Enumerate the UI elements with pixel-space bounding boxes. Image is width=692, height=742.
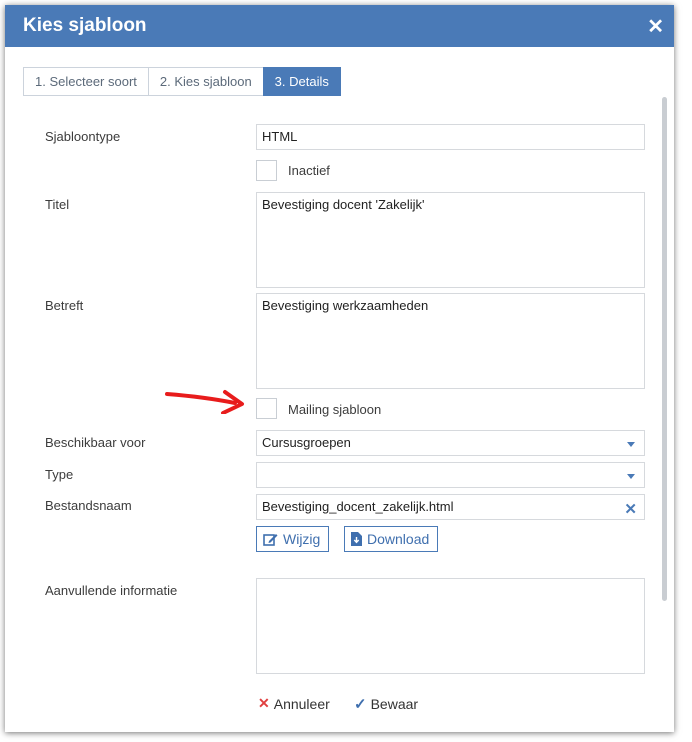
beschikbaar-voor-select[interactable]: Cursusgroepen bbox=[256, 430, 645, 456]
beschikbaar-voor-label: Beschikbaar voor bbox=[45, 435, 146, 450]
file-download-icon bbox=[351, 532, 362, 546]
kies-sjabloon-dialog: Kies sjabloon ✕ 1. Selecteer soort 2. Ki… bbox=[5, 5, 674, 732]
annuleer-button[interactable]: ✕ Annuleer bbox=[258, 695, 330, 712]
betreft-label: Betreft bbox=[45, 298, 84, 313]
sjabloontype-label: Sjabloontype bbox=[45, 129, 121, 144]
tab-selecteer-soort[interactable]: 1. Selecteer soort bbox=[23, 67, 148, 96]
aanvullende-informatie-label: Aanvullende informatie bbox=[45, 583, 178, 598]
bestandsnaam-value: Bevestiging_docent_zakelijk.html bbox=[262, 499, 454, 514]
wijzig-button[interactable]: Wijzig bbox=[256, 526, 330, 552]
chevron-down-icon bbox=[627, 474, 635, 479]
wijzig-label: Wijzig bbox=[283, 531, 321, 547]
inactief-label: Inactief bbox=[288, 163, 330, 178]
inactief-checkbox[interactable] bbox=[256, 160, 277, 181]
tab-kies-sjabloon[interactable]: 2. Kies sjabloon bbox=[147, 67, 263, 96]
mailing-sjabloon-label: Mailing sjabloon bbox=[288, 402, 382, 417]
red-arrow-icon bbox=[165, 390, 244, 414]
chevron-down-icon bbox=[627, 442, 635, 447]
close-icon[interactable]: ✕ bbox=[647, 14, 664, 39]
sjabloontype-field[interactable]: HTML bbox=[256, 124, 645, 150]
clear-icon[interactable]: ✕ bbox=[624, 498, 637, 522]
bestandsnaam-field[interactable]: Bevestiging_docent_zakelijk.html ✕ bbox=[256, 494, 645, 520]
bewaar-label: Bewaar bbox=[370, 696, 419, 712]
check-icon: ✓ bbox=[354, 696, 367, 713]
tab-details[interactable]: 3. Details bbox=[262, 67, 341, 96]
dialog-titlebar: Kies sjabloon ✕ bbox=[5, 5, 674, 47]
type-select[interactable] bbox=[256, 462, 645, 488]
edit-icon bbox=[263, 534, 278, 546]
cross-icon: ✕ bbox=[258, 695, 270, 711]
betreft-textarea[interactable]: Bevestiging werkzaamheden bbox=[256, 293, 645, 389]
annuleer-label: Annuleer bbox=[273, 695, 330, 712]
download-button[interactable]: Download bbox=[344, 526, 439, 552]
bewaar-button[interactable]: ✓ Bewaar bbox=[354, 695, 418, 713]
type-label: Type bbox=[45, 467, 74, 482]
beschikbaar-voor-value: Cursusgroepen bbox=[262, 435, 351, 450]
download-label: Download bbox=[367, 531, 430, 547]
titel-textarea[interactable]: Bevestiging docent 'Zakelijk' bbox=[256, 192, 645, 288]
wizard-tabs: 1. Selecteer soort 2. Kies sjabloon 3. D… bbox=[23, 67, 341, 96]
scrollbar[interactable] bbox=[662, 97, 667, 601]
dialog-title: Kies sjabloon bbox=[23, 15, 147, 36]
bestandsnaam-label: Bestandsnaam bbox=[45, 498, 132, 513]
mailing-sjabloon-checkbox[interactable] bbox=[256, 398, 277, 419]
titel-label: Titel bbox=[45, 197, 70, 212]
aanvullende-informatie-textarea[interactable] bbox=[256, 578, 645, 674]
